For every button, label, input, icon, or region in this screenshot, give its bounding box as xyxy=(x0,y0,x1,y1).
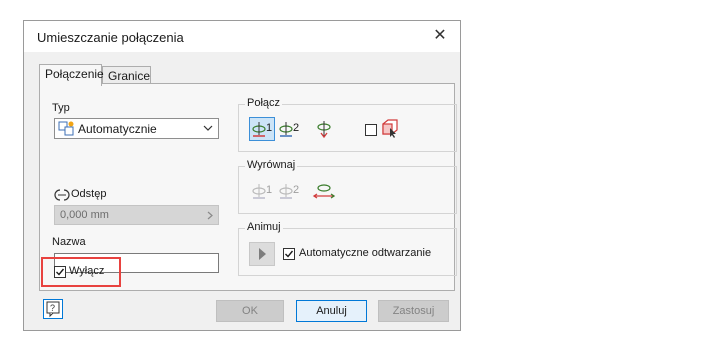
grounded-checkbox[interactable] xyxy=(365,124,377,136)
flip-button[interactable] xyxy=(311,117,337,141)
svg-text:?: ? xyxy=(50,303,55,313)
play-button[interactable] xyxy=(249,242,275,266)
origin1-button[interactable]: 1 xyxy=(249,117,275,141)
tab-limits[interactable]: Granice xyxy=(102,66,151,84)
play-icon xyxy=(259,248,266,260)
flip-component-icon xyxy=(317,121,331,139)
type-label: Typ xyxy=(52,102,70,114)
align2-button: 2 xyxy=(276,179,302,203)
align1-button: 1 xyxy=(249,179,275,203)
animate-group-label: Animuj xyxy=(245,221,283,233)
align1-label: 1 xyxy=(266,184,273,196)
origin2-button[interactable]: 2 xyxy=(276,117,302,141)
origin1-label: 1 xyxy=(266,122,273,134)
help-button[interactable]: ? xyxy=(43,299,63,319)
highlight-frame xyxy=(41,257,121,287)
name-label: Nazwa xyxy=(52,236,86,248)
offset-value: 0,000 mm xyxy=(60,209,109,221)
animate-group: Animuj Automatyczne odtwarzanie xyxy=(238,221,457,276)
offset-field: 0,000 mm xyxy=(54,205,219,225)
close-icon[interactable]: ✕ xyxy=(430,26,450,46)
automatic-joint-icon xyxy=(58,121,74,136)
tab-connection[interactable]: Połączenie xyxy=(39,64,104,86)
dialog-title: Umieszczanie połączenia xyxy=(37,30,184,45)
offset-icon xyxy=(54,189,70,201)
red-cube-cursor-icon xyxy=(382,119,398,138)
offset-label: Odstęp xyxy=(71,188,107,200)
origin2-label: 2 xyxy=(293,122,300,134)
type-dropdown-value: Automatycznie xyxy=(78,122,157,136)
connect-group-label: Połącz xyxy=(245,97,283,109)
invert-alignment-icon xyxy=(312,184,336,199)
help-icon: ? xyxy=(46,301,60,318)
type-dropdown[interactable]: Automatycznie xyxy=(54,118,219,139)
apply-button[interactable]: Zastosuj xyxy=(378,300,449,322)
autoplay-label: Automatyczne odtwarzanie xyxy=(299,247,432,259)
chevron-right-icon xyxy=(207,211,213,220)
invert-alignment-button[interactable] xyxy=(311,179,337,203)
autoplay-checkbox[interactable] xyxy=(283,248,295,260)
chevron-down-icon xyxy=(203,125,213,131)
checkmark-icon xyxy=(285,250,294,258)
title-bar: Umieszczanie połączenia ✕ xyxy=(24,21,460,52)
cancel-button[interactable]: Anuluj xyxy=(296,300,367,322)
connect-group: Połącz 1 2 xyxy=(238,97,457,152)
align-group-label: Wyrównaj xyxy=(245,159,298,171)
align-group: Wyrównaj 1 2 xyxy=(238,159,457,214)
align2-label: 2 xyxy=(293,184,300,196)
ok-button[interactable]: OK xyxy=(216,300,284,322)
